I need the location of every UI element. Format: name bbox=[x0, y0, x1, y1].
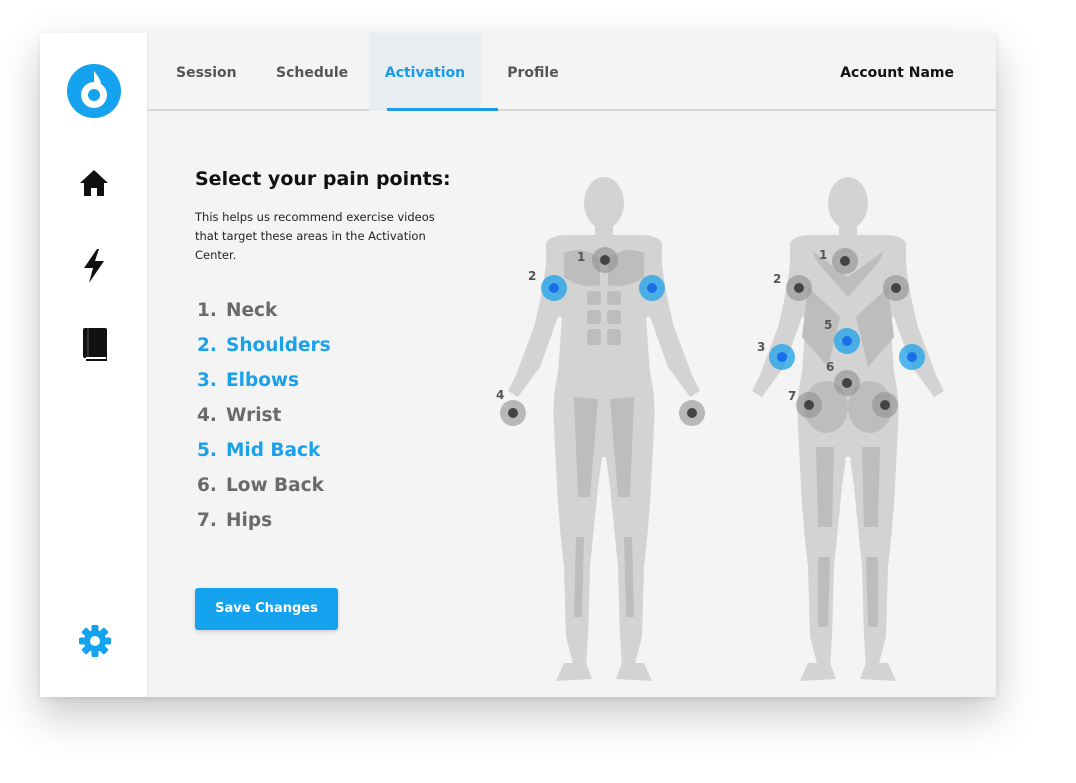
pain-point-number: 6. bbox=[197, 475, 217, 496]
back-marker-hip-left[interactable] bbox=[796, 392, 822, 418]
active-tab-indicator bbox=[387, 108, 498, 111]
pain-point-label: Neck bbox=[226, 300, 278, 321]
front-marker-shoulder-left[interactable] bbox=[541, 275, 567, 301]
front-label-2: 2 bbox=[528, 269, 536, 283]
front-marker-wrist-right[interactable] bbox=[679, 400, 705, 426]
pain-point-label: Low Back bbox=[226, 475, 324, 496]
back-label-7: 7 bbox=[788, 389, 796, 403]
pain-point-number: 5. bbox=[197, 440, 217, 461]
back-marker-shoulder-right[interactable] bbox=[883, 275, 909, 301]
front-marker-neck[interactable] bbox=[592, 247, 618, 273]
pain-point-list: 1. Neck 2. Shoulders 3. Elbows 4. Wrist 5. Mi… bbox=[197, 293, 331, 538]
logo-icon[interactable] bbox=[66, 63, 122, 119]
pain-point-wrist[interactable]: 4. Wrist bbox=[197, 398, 331, 433]
front-label-4: 4 bbox=[496, 388, 504, 402]
pain-point-label: Wrist bbox=[226, 405, 282, 426]
back-label-2: 2 bbox=[773, 272, 781, 286]
front-marker-wrist-left[interactable] bbox=[500, 400, 526, 426]
back-marker-elbow-right[interactable] bbox=[899, 344, 925, 370]
back-marker-neck[interactable] bbox=[832, 248, 858, 274]
home-icon[interactable] bbox=[78, 167, 110, 199]
pain-point-label: Hips bbox=[226, 510, 273, 531]
main-content: 1 2 4 1 2 3 5 6 7 Select your pain point… bbox=[148, 113, 996, 697]
book-icon[interactable] bbox=[81, 327, 109, 363]
pain-point-shoulders[interactable]: 2. Shoulders bbox=[197, 328, 331, 363]
sidebar bbox=[40, 33, 148, 697]
back-label-5: 5 bbox=[824, 318, 832, 332]
back-label-6: 6 bbox=[826, 360, 834, 374]
pain-point-elbows[interactable]: 3. Elbows bbox=[197, 363, 331, 398]
pain-point-neck[interactable]: 1. Neck bbox=[197, 293, 331, 328]
pain-point-mid-back[interactable]: 5. Mid Back bbox=[197, 433, 331, 468]
pain-point-number: 2. bbox=[197, 335, 217, 356]
page-description: This helps us recommend exercise videos … bbox=[195, 210, 435, 262]
page-title: Select your pain points: bbox=[195, 168, 451, 190]
back-marker-shoulder-left[interactable] bbox=[786, 275, 812, 301]
front-marker-shoulder-right[interactable] bbox=[639, 275, 665, 301]
tab-schedule[interactable]: Schedule bbox=[276, 33, 348, 111]
pain-point-number: 4. bbox=[197, 405, 217, 426]
back-marker-low-back[interactable] bbox=[834, 370, 860, 396]
pain-point-hips[interactable]: 7. Hips bbox=[197, 503, 331, 538]
gear-icon[interactable] bbox=[77, 623, 113, 659]
app-window: Session Schedule Activation Profile Acco… bbox=[40, 33, 996, 697]
pain-point-number: 7. bbox=[197, 510, 217, 531]
pain-point-label: Elbows bbox=[226, 370, 300, 391]
front-label-1: 1 bbox=[577, 250, 585, 264]
pain-point-label: Mid Back bbox=[226, 440, 321, 461]
save-changes-button[interactable]: Save Changes bbox=[195, 588, 338, 630]
back-marker-mid-back[interactable] bbox=[834, 328, 860, 354]
pain-point-number: 1. bbox=[197, 300, 217, 321]
back-marker-hip-right[interactable] bbox=[872, 392, 898, 418]
top-nav: Session Schedule Activation Profile Acco… bbox=[148, 33, 996, 111]
pain-point-label: Shoulders bbox=[226, 335, 331, 356]
tab-session[interactable]: Session bbox=[176, 33, 237, 111]
tab-activation[interactable]: Activation bbox=[369, 33, 481, 111]
account-name[interactable]: Account Name bbox=[840, 33, 954, 111]
tab-profile[interactable]: Profile bbox=[503, 33, 563, 111]
back-label-3: 3 bbox=[757, 340, 765, 354]
pain-point-number: 3. bbox=[197, 370, 217, 391]
back-label-1: 1 bbox=[819, 248, 827, 262]
pain-point-low-back[interactable]: 6. Low Back bbox=[197, 468, 331, 503]
bolt-icon[interactable] bbox=[80, 248, 108, 284]
back-marker-elbow-left[interactable] bbox=[769, 344, 795, 370]
